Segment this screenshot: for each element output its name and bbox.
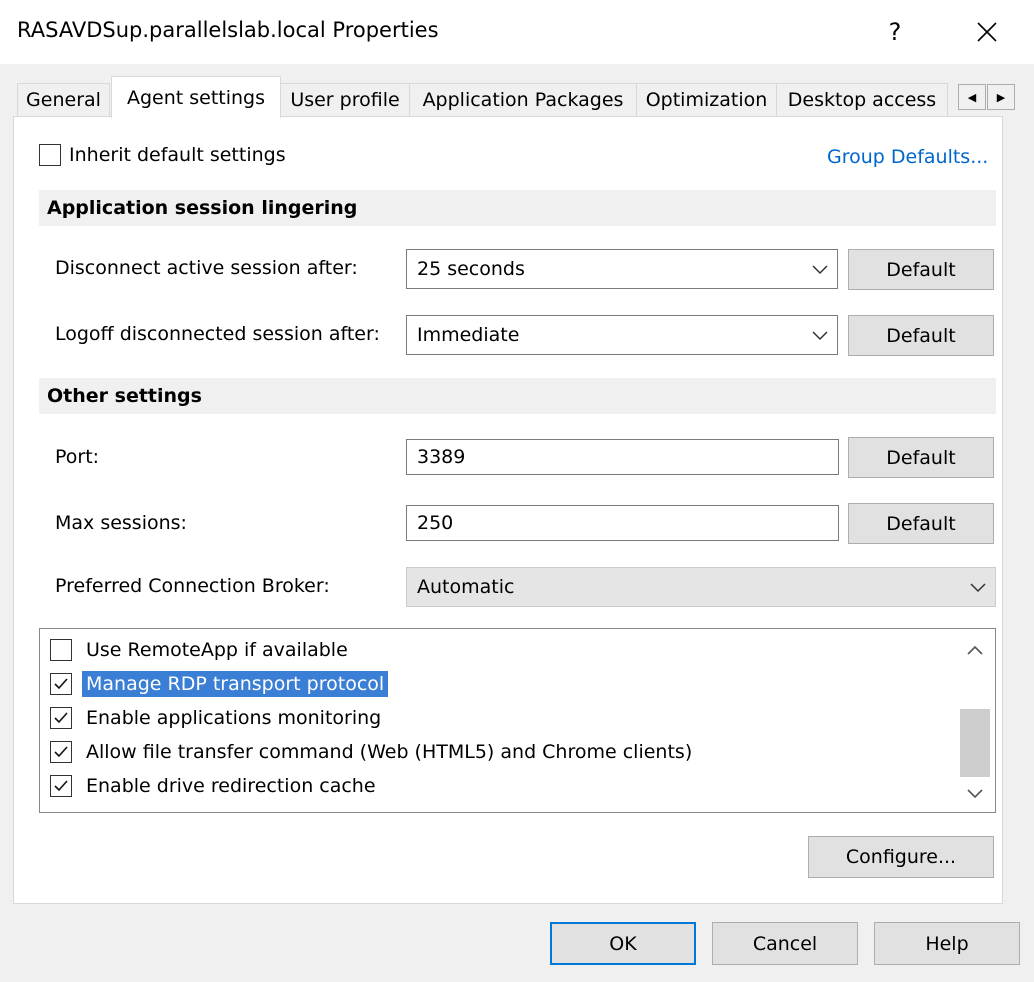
option-checkbox-drive-cache[interactable] [50, 775, 72, 797]
max-sessions-label: Max sessions: [55, 512, 187, 534]
tab-scroll-right-button[interactable]: ▶ [987, 84, 1015, 110]
chevron-up-icon[interactable] [965, 641, 985, 661]
check-icon [54, 746, 68, 758]
section-other-header: Other settings [39, 378, 996, 414]
options-scrollbar[interactable] [960, 631, 992, 810]
port-default-button[interactable]: Default [848, 437, 994, 478]
tab-agent-settings[interactable]: Agent settings [111, 76, 281, 118]
ok-button[interactable]: OK [550, 922, 696, 965]
broker-value: Automatic [417, 576, 515, 598]
check-icon [54, 780, 68, 792]
chevron-down-icon [812, 265, 828, 275]
option-label: Allow file transfer command (Web (HTML5)… [86, 741, 693, 763]
max-sessions-default-button[interactable]: Default [848, 503, 994, 544]
chevron-down-icon[interactable] [965, 783, 985, 803]
disconnect-default-button[interactable]: Default [848, 249, 994, 290]
logoff-combo[interactable]: Immediate [406, 315, 838, 355]
close-button[interactable] [964, 10, 1010, 54]
chevron-down-icon [812, 331, 828, 341]
list-item[interactable]: Use RemoteApp if available [50, 634, 352, 666]
title-bar: RASAVDSup.parallelslab.local Properties … [0, 0, 1034, 64]
port-input[interactable]: 3389 [406, 439, 839, 475]
tab-general[interactable]: General [17, 83, 110, 116]
help-title-button[interactable]: ? [872, 10, 918, 54]
option-checkbox-remoteapp[interactable] [50, 639, 72, 661]
scrollbar-thumb[interactable] [960, 709, 990, 777]
list-item[interactable]: Allow file transfer command (Web (HTML5)… [50, 736, 696, 768]
max-sessions-input[interactable]: 250 [406, 505, 839, 541]
option-label: Use RemoteApp if available [86, 639, 348, 661]
port-label: Port: [55, 446, 100, 468]
option-label: Manage RDP transport protocol [82, 671, 389, 697]
tab-user-profile[interactable]: User profile [280, 83, 410, 116]
disconnect-value: 25 seconds [417, 258, 525, 280]
inherit-checkbox[interactable] [39, 144, 61, 166]
chevron-down-icon [970, 583, 986, 593]
logoff-default-button[interactable]: Default [848, 315, 994, 356]
list-item[interactable]: Manage RDP transport protocol [50, 668, 389, 700]
inherit-label: Inherit default settings [69, 144, 286, 166]
tab-application-packages[interactable]: Application Packages [409, 83, 637, 116]
disconnect-combo[interactable]: 25 seconds [406, 249, 838, 289]
disconnect-label: Disconnect active session after: [55, 257, 358, 279]
logoff-label: Logoff disconnected session after: [55, 323, 380, 345]
cancel-button[interactable]: Cancel [712, 922, 858, 965]
option-checkbox-app-monitoring[interactable] [50, 707, 72, 729]
section-lingering-header: Application session lingering [39, 190, 996, 226]
logoff-value: Immediate [417, 324, 520, 346]
option-checkbox-rdp-transport[interactable] [50, 673, 72, 695]
tab-optimization[interactable]: Optimization [636, 83, 777, 116]
option-label: Enable drive redirection cache [86, 775, 376, 797]
tab-desktop-access[interactable]: Desktop access [776, 83, 948, 116]
option-checkbox-file-transfer[interactable] [50, 741, 72, 763]
help-button[interactable]: Help [874, 922, 1020, 965]
window-title: RASAVDSup.parallelslab.local Properties [17, 18, 439, 42]
broker-combo[interactable]: Automatic [406, 567, 996, 607]
option-label: Enable applications monitoring [86, 707, 382, 729]
close-icon [977, 22, 997, 42]
options-list[interactable]: Use RemoteApp if available Manage RDP tr… [39, 628, 996, 813]
group-defaults-link[interactable]: Group Defaults... [827, 146, 988, 168]
check-icon [54, 678, 68, 690]
configure-button[interactable]: Configure... [808, 836, 994, 878]
tab-scroll-left-button[interactable]: ◀ [958, 84, 986, 110]
list-item[interactable]: Enable drive redirection cache [50, 770, 380, 802]
check-icon [54, 712, 68, 724]
list-item[interactable]: Enable applications monitoring [50, 702, 385, 734]
broker-label: Preferred Connection Broker: [55, 575, 330, 597]
